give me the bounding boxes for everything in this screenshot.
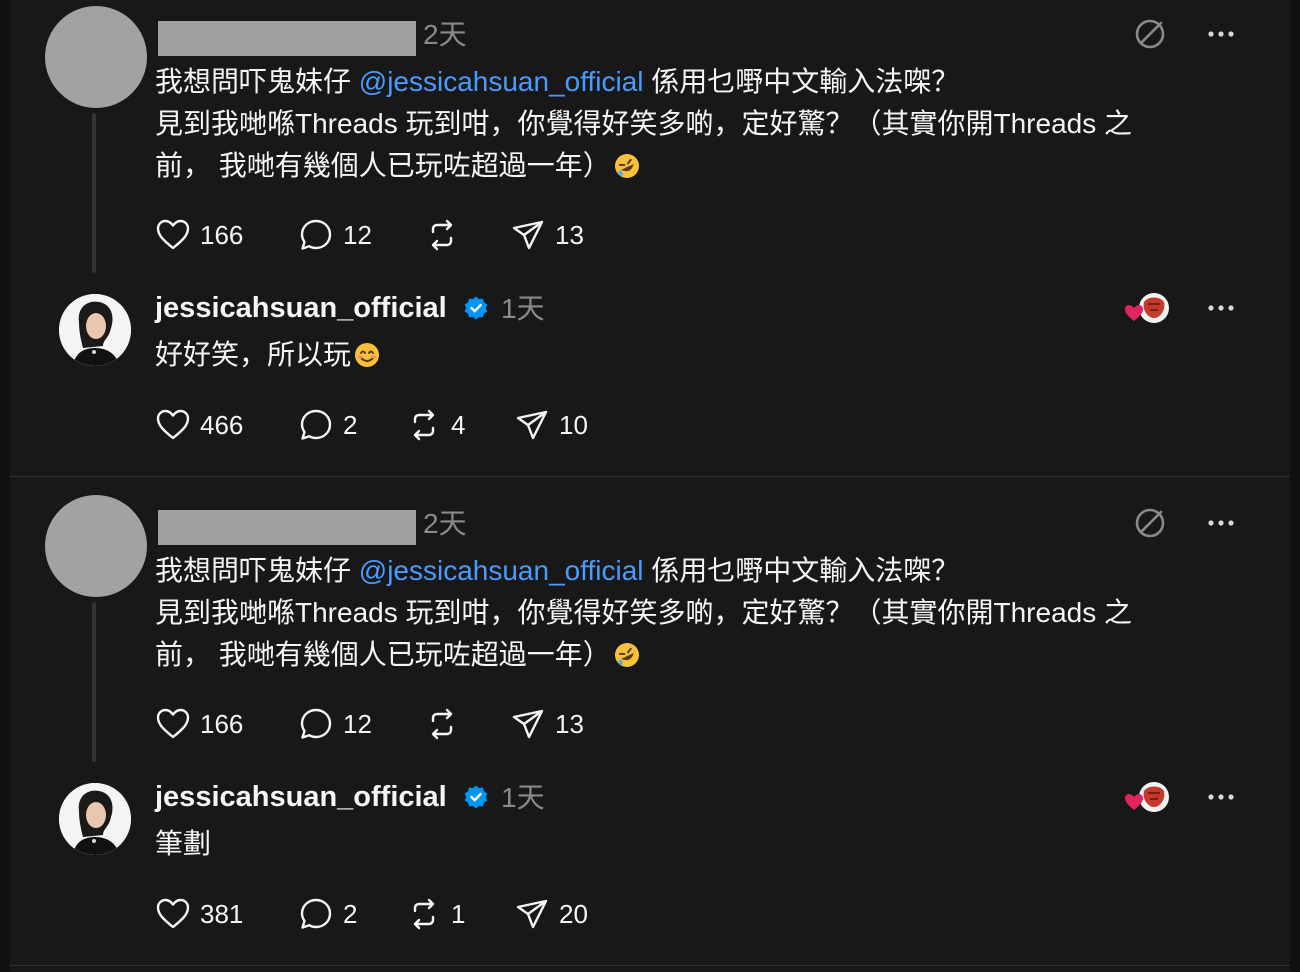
reply-time: 1天 [501, 782, 545, 813]
repost-button[interactable]: 1 [406, 894, 465, 934]
reply-count: 12 [343, 708, 372, 739]
heart-icon [156, 708, 190, 739]
verified-badge-icon [464, 296, 488, 320]
repost-icon [413, 409, 435, 441]
share-count: 10 [559, 409, 588, 440]
repost-icon [413, 898, 435, 930]
repost-button[interactable]: 4 [406, 405, 465, 445]
share-count: 20 [559, 898, 588, 929]
verified-badge-icon [464, 785, 488, 809]
comment-icon [300, 409, 332, 440]
thread-divider [10, 476, 1290, 477]
comment-icon [300, 708, 332, 739]
share-button[interactable]: 13 [510, 215, 584, 255]
heart-icon [156, 898, 190, 929]
rolling-laughing-emoji-icon [614, 154, 639, 178]
thread-divider [10, 965, 1290, 966]
like-button[interactable]: 166 [155, 704, 243, 744]
thread-connector-line [92, 602, 96, 762]
reply-text: 筆劃 [155, 828, 212, 859]
like-button[interactable]: 381 [155, 894, 243, 934]
parent-avatar[interactable] [45, 495, 147, 597]
post-time: 2天 [423, 508, 467, 539]
share-button[interactable]: 20 [514, 894, 588, 934]
like-count: 166 [200, 708, 244, 739]
reply-body: 筆劃 [155, 823, 1235, 865]
reply-count: 2 [343, 409, 358, 440]
thread-connector-line [92, 113, 96, 273]
mute-icon[interactable] [1130, 503, 1170, 543]
reply-body: 好好笑，所以玩 [155, 334, 1235, 376]
like-count: 466 [200, 409, 244, 440]
more-options-icon[interactable] [1206, 19, 1236, 49]
share-count: 13 [555, 708, 584, 739]
like-count: 381 [200, 898, 244, 929]
reply-count: 12 [343, 219, 372, 250]
repost-button[interactable] [424, 215, 469, 255]
reply-button[interactable]: 2 [298, 405, 357, 445]
reply-button[interactable]: 2 [298, 894, 357, 934]
redacted-username [158, 510, 416, 545]
like-button[interactable]: 166 [155, 215, 243, 255]
comment-icon [300, 219, 332, 250]
more-options-icon[interactable] [1206, 782, 1236, 812]
reply-button[interactable]: 12 [298, 215, 372, 255]
repost-button[interactable] [424, 704, 469, 744]
smiling-face-emoji-icon [355, 343, 380, 367]
post-body: 我想問吓鬼妹仔 @jessicahsuan_official 係用乜嘢中文輸入法… [155, 550, 1235, 676]
liked-by-author-icon [1125, 293, 1169, 323]
share-count: 13 [555, 219, 584, 250]
heart-icon [156, 409, 190, 440]
more-options-icon[interactable] [1206, 508, 1236, 538]
reply-username[interactable]: jessicahsuan_official [155, 291, 447, 325]
comment-icon [300, 898, 332, 929]
reply-username[interactable]: jessicahsuan_official [155, 780, 447, 814]
reply-text: 好好笑，所以玩 [155, 339, 352, 370]
share-button[interactable]: 10 [514, 405, 588, 445]
repost-count: 4 [451, 409, 466, 440]
mute-icon[interactable] [1130, 14, 1170, 54]
send-icon [512, 220, 544, 250]
mention-link[interactable]: @jessicahsuan_official [359, 555, 644, 586]
send-icon [516, 899, 548, 929]
reply-count: 2 [343, 898, 358, 929]
reply-avatar[interactable] [59, 294, 131, 366]
redacted-username [158, 21, 416, 56]
more-options-icon[interactable] [1206, 293, 1236, 323]
repost-icon [431, 708, 453, 740]
share-button[interactable]: 13 [510, 704, 584, 744]
post-body: 我想問吓鬼妹仔 @jessicahsuan_official 係用乜嘢中文輸入法… [155, 61, 1235, 187]
mention-link[interactable]: @jessicahsuan_official [359, 66, 644, 97]
repost-count: 1 [451, 898, 466, 929]
reply-time: 1天 [501, 293, 545, 324]
post-text-part: 我想問吓鬼妹仔 [155, 66, 359, 97]
post-time: 2天 [423, 19, 467, 50]
like-count: 166 [200, 219, 244, 250]
repost-icon [431, 219, 453, 251]
parent-avatar[interactable] [45, 6, 147, 108]
like-button[interactable]: 466 [155, 405, 243, 445]
liked-by-author-icon [1125, 782, 1169, 812]
reply-avatar[interactable] [59, 783, 131, 855]
send-icon [512, 709, 544, 739]
rolling-laughing-emoji-icon [614, 643, 639, 667]
send-icon [516, 410, 548, 440]
reply-button[interactable]: 12 [298, 704, 372, 744]
post-text-part: 我想問吓鬼妹仔 [155, 555, 359, 586]
heart-icon [156, 219, 190, 250]
